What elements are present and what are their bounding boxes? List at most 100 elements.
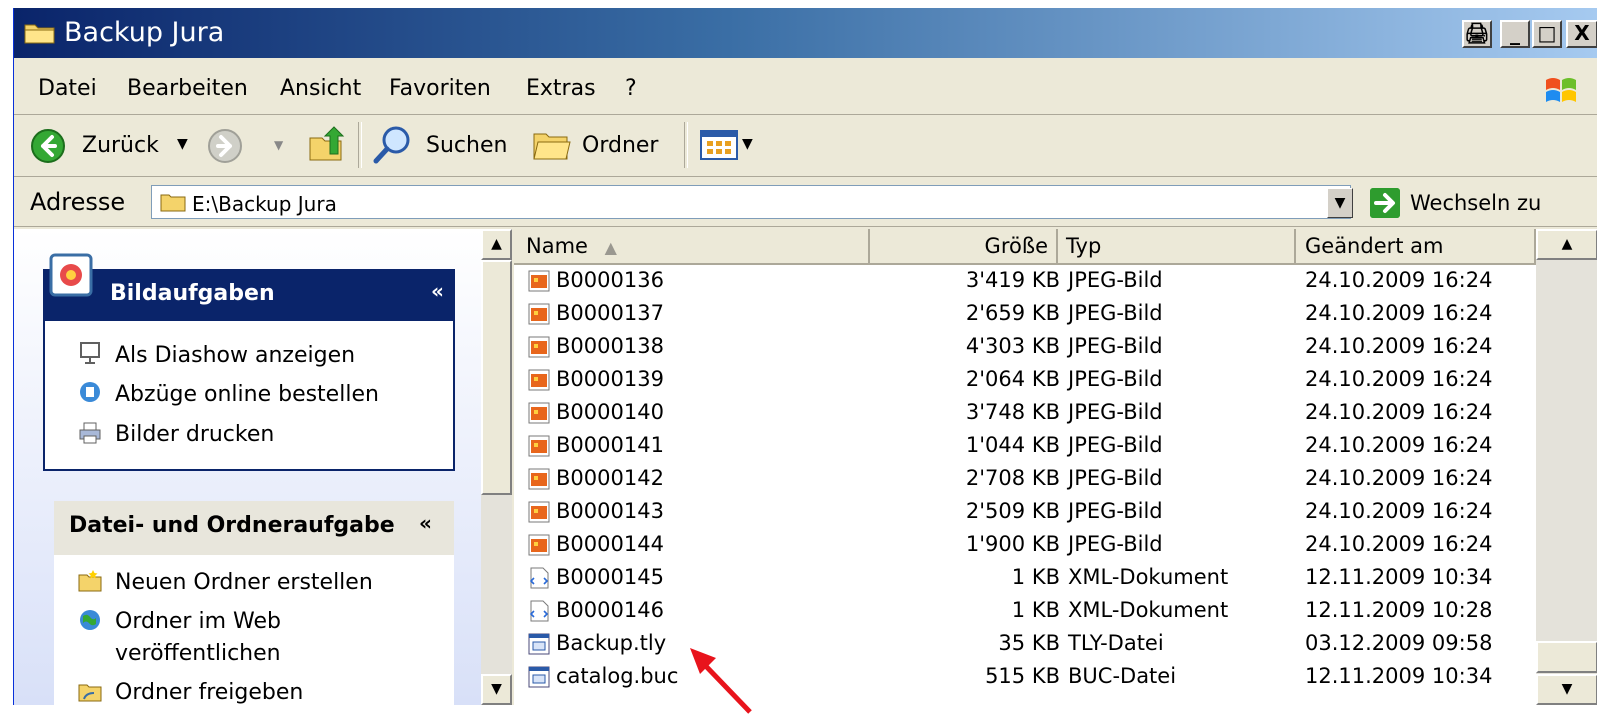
menu-bearbeiten[interactable]: Bearbeiten (127, 76, 248, 101)
scroll-up-button[interactable]: ▲ (481, 229, 512, 260)
task-publish-web-line2[interactable]: veröffentlichen (115, 641, 281, 666)
address-input[interactable]: E:\Backup Jura (151, 185, 1351, 219)
file-size: 1'900 KB (965, 532, 1060, 556)
jpeg-file-icon (528, 402, 550, 424)
menu-ansicht[interactable]: Ansicht (280, 76, 361, 101)
minimize-button[interactable]: _ (1500, 20, 1530, 48)
column-header-modified[interactable]: Geändert am (1296, 229, 1536, 265)
file-row[interactable]: B0000137 2'659 KB JPEG-Bild 24.10.2009 16:2… (514, 298, 1534, 331)
folders-button[interactable]: Ordner (582, 133, 658, 158)
file-row[interactable]: catalog.buc 515 KB BUC-Datei 12.11.2009 10:… (514, 661, 1534, 694)
file-row[interactable]: Backup.tly 35 KB TLY-Datei 03.12.2009 09:58 (514, 628, 1534, 661)
task-share-folder[interactable]: Ordner freigeben (115, 680, 303, 705)
task-new-folder[interactable]: Neuen Ordner erstellen (115, 570, 373, 595)
globe-icon (80, 610, 100, 630)
file-modified: 24.10.2009 16:24 (1305, 499, 1493, 523)
folder-up-icon[interactable] (306, 124, 346, 164)
address-bar: Adresse E:\Backup Jura ▼ Wechseln zu (14, 178, 1597, 227)
column-header-type[interactable]: Typ (1058, 229, 1296, 265)
file-size: 1'044 KB (965, 433, 1060, 457)
file-modified: 24.10.2009 16:24 (1305, 532, 1493, 556)
views-icon[interactable] (700, 130, 738, 160)
task-pane: Bildaufgaben « Als Diashow anzeigen Abzü… (14, 229, 481, 705)
search-icon[interactable] (372, 124, 414, 166)
file-type: JPEG-Bild (1068, 367, 1163, 391)
file-type: BUC-Datei (1068, 664, 1177, 688)
menu-extras[interactable]: Extras (526, 76, 596, 101)
back-button[interactable]: Zurück (82, 133, 159, 158)
maximize-button[interactable]: □ (1532, 20, 1562, 48)
file-list-scrollbar[interactable]: ▲ ▼ (1536, 229, 1597, 705)
scroll-down-button[interactable]: ▼ (481, 674, 512, 705)
file-row[interactable]: B0000142 2'708 KB JPEG-Bild 24.10.2009 16:2… (514, 463, 1534, 496)
picture-tasks-title: Bildaufgaben (110, 281, 275, 306)
toolbar: Zurück ▼ ▼ Suchen Ordner ▼ (14, 116, 1597, 177)
file-modified: 24.10.2009 16:24 (1305, 466, 1493, 490)
back-dropdown-icon[interactable]: ▼ (177, 136, 188, 152)
file-row[interactable]: B0000145 1 KB XML-Dokument 12.11.2009 10:34 (514, 562, 1534, 595)
scroll-down-button[interactable]: ▼ (1536, 674, 1597, 705)
file-row[interactable]: B0000139 2'064 KB JPEG-Bild 24.10.2009 16:2… (514, 364, 1534, 397)
jpeg-file-icon (528, 501, 550, 523)
file-size: 2'708 KB (965, 466, 1060, 490)
file-size: 4'303 KB (965, 334, 1060, 358)
file-list: Name ▲ Größe Typ Geändert am B0000136 3'4… (514, 229, 1597, 705)
file-modified: 12.11.2009 10:28 (1305, 598, 1493, 622)
back-arrow-icon[interactable] (30, 128, 66, 164)
address-dropdown-button[interactable]: ▼ (1327, 188, 1353, 218)
menu-favoriten[interactable]: Favoriten (389, 76, 491, 101)
task-pane-scrollbar[interactable]: ▲ ▼ (481, 229, 512, 705)
search-button[interactable]: Suchen (426, 133, 507, 158)
views-dropdown-icon[interactable]: ▼ (742, 136, 753, 152)
file-size: 2'659 KB (965, 301, 1060, 325)
column-header-size[interactable]: Größe (870, 229, 1058, 265)
file-row[interactable]: B0000143 2'509 KB JPEG-Bild 24.10.2009 16:2… (514, 496, 1534, 529)
collapse-chevron-icon[interactable]: « (431, 279, 444, 303)
file-type: JPEG-Bild (1068, 301, 1163, 325)
title-bar[interactable]: Backup Jura 🖨 _ □ X (14, 8, 1597, 58)
collapse-chevron-icon[interactable]: « (419, 511, 432, 535)
menu-datei[interactable]: Datei (38, 76, 97, 101)
file-type: TLY-Datei (1068, 631, 1164, 655)
forward-arrow-icon[interactable] (207, 128, 243, 164)
file-size: 3'748 KB (965, 400, 1060, 424)
scroll-thumb[interactable] (1536, 641, 1597, 673)
file-name: Backup.tly (556, 631, 667, 655)
file-row[interactable]: B0000138 4'303 KB JPEG-Bild 24.10.2009 16:2… (514, 331, 1534, 364)
jpeg-file-icon (528, 435, 550, 457)
file-name: B0000138 (556, 334, 664, 358)
file-row[interactable]: B0000141 1'044 KB JPEG-Bild 24.10.2009 16:2… (514, 430, 1534, 463)
task-print-pictures[interactable]: Bilder drucken (115, 422, 274, 447)
jpeg-file-icon (528, 303, 550, 325)
folders-icon[interactable] (532, 128, 572, 162)
scroll-thumb[interactable] (481, 260, 512, 495)
task-slideshow[interactable]: Als Diashow anzeigen (115, 343, 355, 368)
task-order-prints[interactable]: Abzüge online bestellen (115, 382, 379, 407)
file-size: 3'419 KB (965, 268, 1060, 292)
window-title: Backup Jura (64, 17, 225, 48)
file-name: B0000144 (556, 532, 664, 556)
close-button[interactable]: X (1566, 20, 1597, 48)
forward-dropdown-icon[interactable]: ▼ (274, 138, 283, 152)
file-type: XML-Dokument (1068, 565, 1229, 589)
file-row[interactable]: B0000140 3'748 KB JPEG-Bild 24.10.2009 16:2… (514, 397, 1534, 430)
file-name: B0000140 (556, 400, 664, 424)
file-modified: 24.10.2009 16:24 (1305, 268, 1493, 292)
file-row[interactable]: B0000144 1'900 KB JPEG-Bild 24.10.2009 16:2… (514, 529, 1534, 562)
go-button[interactable]: Wechseln zu (1410, 191, 1541, 215)
explorer-window: Backup Jura 🖨 _ □ X Datei Bearbeiten Ans… (13, 8, 1597, 705)
file-name: B0000139 (556, 367, 664, 391)
file-type: JPEG-Bild (1068, 268, 1163, 292)
jpeg-file-icon (528, 468, 550, 490)
go-arrow-icon[interactable] (1370, 188, 1400, 218)
print-button[interactable]: 🖨 (1462, 20, 1492, 48)
menu-help[interactable]: ? (625, 76, 637, 101)
task-publish-web[interactable]: Ordner im Web (115, 609, 281, 634)
scroll-up-button[interactable]: ▲ (1536, 229, 1597, 260)
file-row[interactable]: B0000146 1 KB XML-Dokument 12.11.2009 10:28 (514, 595, 1534, 628)
file-row[interactable]: B0000136 3'419 KB JPEG-Bild 24.10.2009 16:2… (514, 265, 1534, 298)
file-type: JPEG-Bild (1068, 466, 1163, 490)
file-type: XML-Dokument (1068, 598, 1229, 622)
column-name-label: Name (526, 234, 588, 258)
column-header-name[interactable]: Name ▲ (514, 229, 870, 265)
